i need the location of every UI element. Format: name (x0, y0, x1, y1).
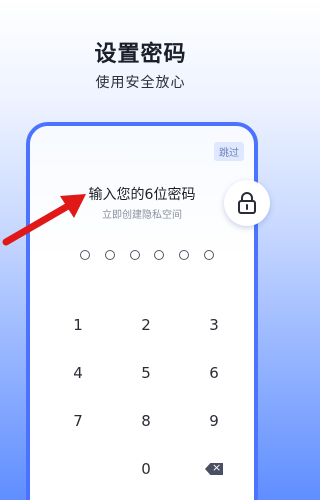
key-5[interactable]: 5 (112, 349, 180, 397)
red-arrow-icon (2, 194, 86, 246)
key-3[interactable]: 3 (180, 301, 248, 349)
pin-dot (129, 250, 140, 260)
key-4[interactable]: 4 (44, 349, 112, 397)
key-1[interactable]: 1 (44, 301, 112, 349)
key-0[interactable]: 0 (112, 445, 180, 493)
key-8[interactable]: 8 (112, 397, 180, 445)
pin-dot (104, 250, 115, 260)
skip-button[interactable]: 跳过 (214, 142, 244, 161)
headline: 设置密码 (94, 42, 187, 67)
phone-frame: 跳过 输入您的6位密码 立即创建隐私空间 1 2 3 4 5 6 7 8 9 0 (26, 122, 258, 500)
lock-badge (224, 180, 270, 226)
subline: 使用安全放心 (95, 75, 186, 91)
backspace-button[interactable] (180, 445, 248, 493)
key-9[interactable]: 9 (180, 397, 248, 445)
keypad: 1 2 3 4 5 6 7 8 9 0 (44, 301, 248, 493)
key-2[interactable]: 2 (112, 301, 180, 349)
backspace-icon (205, 463, 223, 475)
key-6[interactable]: 6 (180, 349, 248, 397)
key-empty (44, 445, 112, 493)
pin-dot (154, 250, 165, 260)
pin-dot (203, 250, 214, 260)
pin-dot (80, 250, 90, 260)
pin-dots (80, 250, 214, 262)
key-7[interactable]: 7 (44, 397, 112, 445)
lock-icon (238, 192, 256, 214)
pin-dot (179, 250, 190, 260)
